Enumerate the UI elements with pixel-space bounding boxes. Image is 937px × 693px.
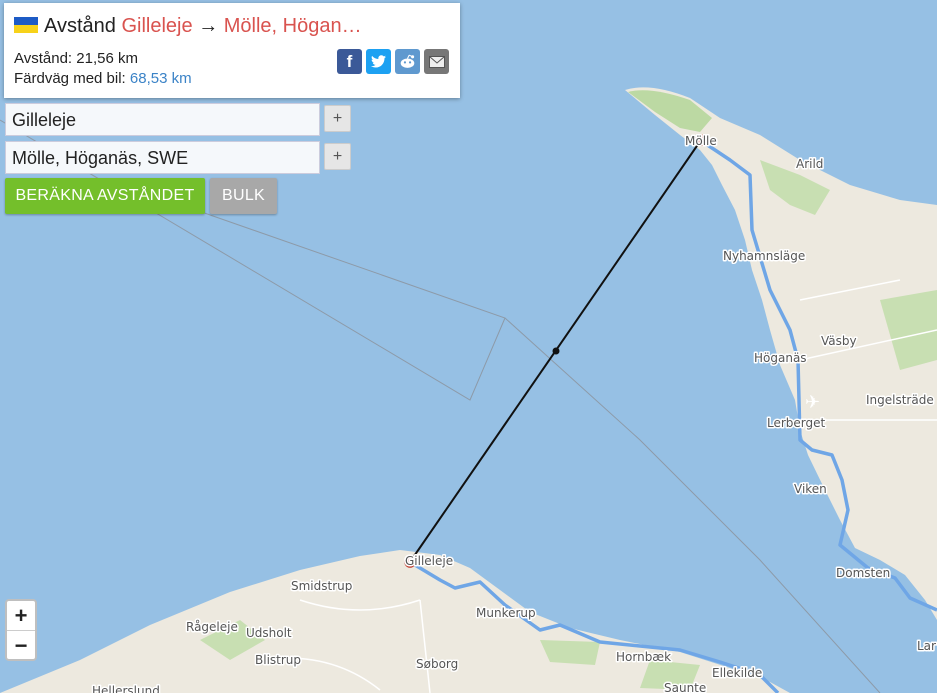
zoom-in-button[interactable]: + (7, 601, 35, 631)
label-ingelstrade: Ingelsträde (866, 393, 934, 407)
from-input[interactable]: Gilleleje (5, 103, 320, 136)
label-saunte: Saunte (664, 681, 706, 693)
calculate-button[interactable]: BERÄKNA AVSTÅNDET (5, 178, 205, 214)
label-nyhamnslage: Nyhamnsläge (723, 249, 805, 263)
distance-text: Avstånd: 21,56 km (14, 50, 138, 67)
label-smidstrup: Smidstrup (291, 579, 352, 593)
info-panel: Avstånd Gilleleje → Mölle, Högan… Avstån… (4, 3, 460, 98)
label-domsten: Domsten (836, 566, 890, 580)
label-rageleje: Rågeleje (186, 620, 238, 634)
label-lar: Lar (917, 639, 936, 653)
zoom-out-button[interactable]: − (7, 631, 35, 660)
to-input[interactable]: Mölle, Höganäs, SWE (5, 141, 320, 174)
page-title: Avstånd Gilleleje → Mölle, Högan… (14, 15, 362, 38)
twitter-icon[interactable] (366, 49, 391, 74)
label-gilleleje: Gilleleje (405, 554, 453, 568)
label-hellerslund: Hellerslund (92, 684, 160, 693)
bulk-button[interactable]: BULK (210, 178, 277, 214)
label-lerberget: Lerberget (767, 416, 826, 430)
email-icon[interactable] (424, 49, 449, 74)
label-hornbaek: Hornbæk (616, 650, 671, 664)
label-viken: Viken (794, 482, 827, 496)
title-prefix: Avstånd (44, 15, 116, 37)
driving-distance: Färdväg med bil: 68,53 km (14, 70, 192, 87)
label-soborg: Søborg (416, 657, 458, 671)
add-to-button[interactable]: + (324, 143, 351, 170)
title-from[interactable]: Gilleleje (121, 15, 192, 37)
add-from-button[interactable]: + (324, 105, 351, 132)
label-vasby: Väsby (821, 334, 857, 348)
driving-value-link[interactable]: 68,53 km (130, 70, 192, 87)
label-munkerup: Munkerup (476, 606, 536, 620)
facebook-icon[interactable]: f (337, 49, 362, 74)
label-hoganas: Höganäs (754, 351, 807, 365)
driving-label: Färdväg med bil: (14, 70, 126, 87)
label-ellekilde: Ellekilde (712, 666, 762, 680)
airport-icon: ✈ (805, 392, 820, 412)
zoom-control: + − (5, 599, 37, 661)
arrow-icon: → (198, 15, 219, 37)
label-udsholt: Udsholt (246, 626, 292, 640)
label-blistrup: Blistrup (255, 653, 301, 667)
label-arild: Arild (796, 157, 823, 171)
ukraine-flag-icon (14, 17, 38, 33)
title-to[interactable]: Mölle, Högan… (224, 15, 362, 37)
reddit-icon[interactable] (395, 49, 420, 74)
label-molle: Mölle (685, 134, 717, 148)
midpoint-marker (552, 347, 560, 355)
